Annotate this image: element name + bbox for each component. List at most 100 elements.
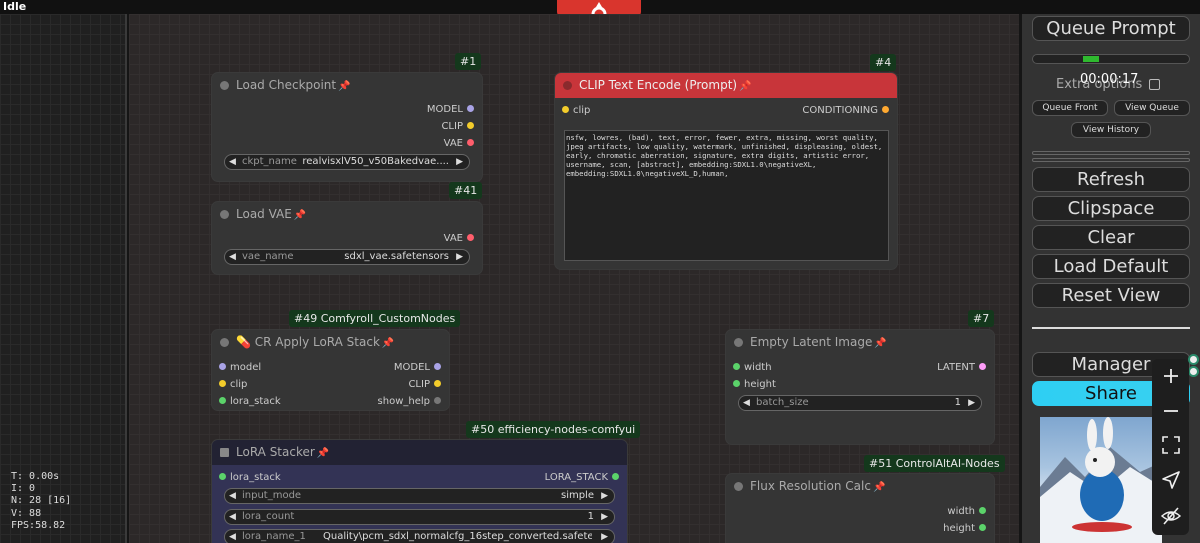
socket[interactable] [467,233,474,241]
socket[interactable] [467,121,474,129]
input-model[interactable]: model [219,362,261,373]
extra-options-checkbox[interactable] [1149,79,1161,90]
load-default-button[interactable]: Load Default [1032,254,1190,279]
clipspace-button[interactable]: Clipspace [1032,196,1190,221]
input-lora-stack[interactable]: lora_stack [219,396,281,407]
collapse-dot[interactable] [734,338,743,347]
input-lora-stack[interactable]: lora_stack [219,472,281,483]
output-show-help[interactable]: show_help [378,396,441,407]
collapse-dot[interactable] [220,338,229,347]
increment-arrow-icon[interactable]: ▶ [456,155,463,169]
increment-arrow-icon[interactable]: ▶ [601,530,608,543]
node-canvas[interactable]: #1 Load Checkpoint 📌 MODEL CLIP VAE ◀ ckp… [129,14,1019,543]
node-title[interactable]: LoRA Stacker 📌 [212,440,627,465]
socket[interactable] [467,104,474,112]
reset-view-button[interactable]: Reset View [1032,283,1190,308]
plus-icon[interactable] [1160,365,1182,387]
hide-icon[interactable] [1160,505,1182,527]
output-model[interactable]: MODEL [394,362,441,373]
socket[interactable] [467,138,474,146]
output-vae[interactable]: VAE [444,233,474,244]
increment-arrow-icon[interactable]: ▶ [601,489,608,503]
node-badge: #1 [455,53,482,70]
increment-arrow-icon[interactable]: ▶ [601,510,608,524]
socket[interactable] [882,105,889,113]
input-mode-widget[interactable]: ◀ input_mode simple ▶ [224,488,615,504]
collapse-dot[interactable] [734,482,743,491]
node-load-vae[interactable]: Load VAE 📌 VAE ◀ vae_name sdxl_vae.safete… [212,202,482,274]
preview-image[interactable] [1040,417,1162,543]
decrement-arrow-icon[interactable]: ◀ [229,510,236,524]
output-vae[interactable]: VAE [444,138,474,149]
node-empty-latent-image[interactable]: Empty Latent Image 📌 width height LATENT … [726,330,994,444]
socket[interactable] [219,379,226,387]
increment-arrow-icon[interactable]: ▶ [456,250,463,264]
output-model[interactable]: MODEL [427,104,474,115]
node-title[interactable]: Load Checkpoint 📌 [212,73,482,98]
socket[interactable] [219,362,226,370]
send-icon[interactable] [1160,469,1182,491]
queue-front-button[interactable]: Queue Front [1032,100,1108,116]
node-title[interactable]: CLIP Text Encode (Prompt) 📌 [555,73,897,98]
output-lora-stack[interactable]: LORA_STACK [545,472,619,483]
minus-icon[interactable] [1160,400,1182,422]
socket[interactable] [434,362,441,370]
output-clip[interactable]: CLIP [408,379,441,390]
output-width[interactable]: width [947,506,986,517]
view-history-button[interactable]: View History [1071,122,1151,138]
input-width[interactable]: width [733,362,772,373]
collapse-dot[interactable] [220,81,229,90]
settings-circle-icon[interactable] [1188,366,1199,377]
close-circle-icon[interactable] [1188,354,1199,365]
node-title[interactable]: Empty Latent Image 📌 [726,330,994,355]
output-clip[interactable]: CLIP [441,121,474,132]
input-clip[interactable]: clip [562,105,590,116]
socket[interactable] [612,472,619,480]
socket[interactable] [219,396,226,404]
queue-prompt-button[interactable]: Queue Prompt [1032,16,1190,41]
increment-arrow-icon[interactable]: ▶ [968,396,975,410]
decrement-arrow-icon[interactable]: ◀ [229,530,236,543]
collapse-dot[interactable] [563,81,572,90]
output-conditioning[interactable]: CONDITIONING [802,105,889,116]
socket[interactable] [733,362,740,370]
decrement-arrow-icon[interactable]: ◀ [743,396,750,410]
socket[interactable] [979,362,986,370]
output-label: CLIP [408,379,430,390]
input-clip[interactable]: clip [219,379,247,390]
node-title[interactable]: Load VAE 📌 [212,202,482,227]
batch-size-widget[interactable]: ◀ batch_size 1 ▶ [738,395,982,411]
view-queue-button[interactable]: View Queue [1114,100,1190,116]
decrement-arrow-icon[interactable]: ◀ [229,155,236,169]
prompt-textarea[interactable]: nsfw, lowres, (bad), text, error, fewer,… [564,130,889,261]
node-title[interactable]: 💊 CR Apply LoRA Stack 📌 [212,330,449,355]
decrement-arrow-icon[interactable]: ◀ [229,250,236,264]
node-clip-text-encode[interactable]: CLIP Text Encode (Prompt) 📌 clip CONDITIO… [555,73,897,269]
node-cr-apply-lora-stack[interactable]: 💊 CR Apply LoRA Stack 📌 model clip lora_s… [212,330,449,410]
ckpt-name-widget[interactable]: ◀ ckpt_name realvisxlV50_v50Bakedvae....… [224,154,470,170]
socket[interactable] [219,472,226,480]
input-height[interactable]: height [733,379,776,390]
socket[interactable] [562,105,569,113]
output-latent[interactable]: LATENT [937,362,986,373]
node-title[interactable]: Flux Resolution Calc 📌 [726,474,994,499]
socket[interactable] [733,379,740,387]
fit-view-icon[interactable] [1160,434,1182,456]
refresh-button[interactable]: Refresh [1032,167,1190,192]
socket[interactable] [979,506,986,514]
stat-i: I: 0 [11,483,36,495]
socket[interactable] [434,396,441,404]
output-height[interactable]: height [943,523,986,534]
socket[interactable] [979,523,986,531]
node-flux-resolution-calc[interactable]: Flux Resolution Calc 📌 width height [726,474,994,543]
lora-count-widget[interactable]: ◀ lora_count 1 ▶ [224,509,615,525]
node-load-checkpoint[interactable]: Load Checkpoint 📌 MODEL CLIP VAE ◀ ckpt_n… [212,73,482,181]
decrement-arrow-icon[interactable]: ◀ [229,489,236,503]
collapse-dot[interactable] [220,210,229,219]
lora-name-1-widget[interactable]: ◀ lora_name_1 Quality\pcm_sdxl_normalcfg… [224,529,615,543]
node-lora-stacker[interactable]: LoRA Stacker 📌 lora_stack LORA_STACK ◀ in… [212,440,627,543]
socket[interactable] [434,379,441,387]
collapse-dot[interactable] [220,448,229,457]
vae-name-widget[interactable]: ◀ vae_name sdxl_vae.safetensors ▶ [224,249,470,265]
clear-button[interactable]: Clear [1032,225,1190,250]
